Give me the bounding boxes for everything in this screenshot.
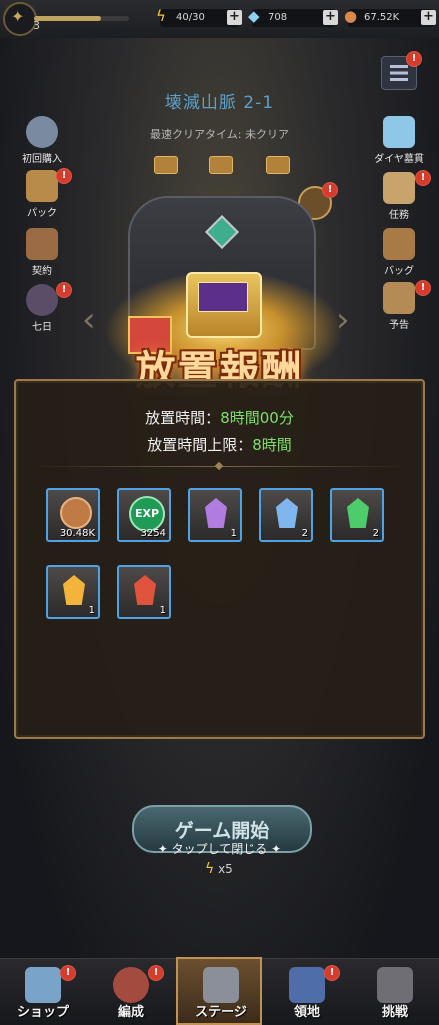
prev-stage-arrow-icon[interactable]: ‹ — [82, 300, 96, 340]
divider — [32, 461, 407, 471]
quest-scroll-icon — [383, 172, 415, 204]
hero-icon — [113, 967, 149, 1003]
tap-to-close-hint[interactable]: ✦ タップして閉じる ✦ — [0, 840, 439, 857]
gold-counter: ● 67.52K + — [344, 7, 436, 27]
reward-item[interactable]: 2 — [330, 488, 384, 542]
reward-item[interactable]: 1 — [188, 488, 242, 542]
tab-stage[interactable]: ステージ — [176, 957, 262, 1025]
idle-time-row: 放置時間：8時間00分 — [145, 409, 294, 427]
tab-formation[interactable]: ! 編成 — [88, 959, 174, 1025]
blue-crystal-icon — [276, 498, 298, 528]
stamina-counter: ϟ 40/30 + — [156, 7, 242, 27]
side-item-seven-days[interactable]: 七日 ! — [12, 282, 72, 333]
bottom-navigation: ! ショップ ! 編成 ステージ ! 領地 挑戦 — [0, 957, 439, 1025]
side-item-bag[interactable]: バッグ — [369, 228, 429, 277]
bag-icon — [383, 228, 415, 260]
menu-badge: ! — [406, 51, 422, 67]
gold-coin-icon: ● — [344, 7, 358, 25]
reward-item[interactable]: 1 — [46, 565, 100, 619]
exp-progress-bar — [34, 16, 129, 21]
crossed-swords-icon — [203, 967, 239, 1003]
player-level-icon[interactable]: ✦ — [3, 2, 37, 36]
menu-button[interactable]: ! — [381, 51, 422, 90]
stage-title: 壊滅山脈 2-1 — [164, 93, 275, 113]
add-stamina-button[interactable]: + — [227, 10, 242, 25]
player-level: 3 — [33, 19, 40, 32]
tab-challenge[interactable]: 挑戦 — [352, 959, 438, 1025]
reward-item[interactable]: 2 — [259, 488, 313, 542]
menu-icon — [390, 65, 408, 81]
side-item-pack[interactable]: パック ! — [12, 168, 72, 219]
side-item-contract[interactable]: 契約 — [12, 228, 72, 277]
gold-coin-icon — [60, 497, 92, 529]
add-diamond-button[interactable]: + — [323, 10, 338, 25]
reward-item[interactable]: 30.48K — [46, 488, 100, 542]
castle-icon — [289, 967, 325, 1003]
character-icon — [26, 116, 58, 148]
side-item-first-purchase[interactable]: 初回購入 — [12, 116, 72, 165]
red-crystal-icon — [134, 575, 156, 605]
treasure-chest-icon — [186, 272, 262, 338]
tab-shop[interactable]: ! ショップ — [0, 959, 86, 1025]
add-gold-button[interactable]: + — [421, 10, 436, 25]
idle-reward-panel: 放置時間：8時間00分 放置時間上限：8時間 30.48K EXP 3254 1… — [14, 379, 425, 739]
diamond-icon: ◆ — [248, 7, 260, 25]
diamond-counter: ◆ 708 + — [248, 7, 338, 27]
lightning-icon: ϟ — [205, 861, 215, 877]
purple-crystal-icon — [205, 498, 227, 528]
notice-icon — [383, 282, 415, 314]
side-item-missions[interactable]: 任務 ! — [369, 170, 431, 221]
star-icon: ✦ — [11, 7, 25, 26]
gift-icon — [26, 170, 58, 202]
stamina-cost: ϟ x5 — [205, 861, 233, 877]
scroll-icon — [26, 228, 58, 260]
exp-icon: EXP — [129, 496, 165, 532]
character-icon — [26, 284, 58, 316]
green-crystal-icon — [347, 498, 369, 528]
diamond-pile-icon — [383, 116, 415, 148]
shop-icon — [25, 967, 61, 1003]
reward-item[interactable]: EXP 3254 — [117, 488, 171, 542]
reward-item[interactable]: 1 — [117, 565, 171, 619]
side-item-preview[interactable]: 予告 ! — [369, 280, 431, 331]
idle-limit-row: 放置時間上限：8時間 — [147, 436, 292, 454]
top-resource-bar: ✦ 3 ϟ 40/30 + ◆ 708 + ● 67.52K + — [0, 0, 439, 38]
stage-chest-icon[interactable] — [154, 156, 178, 174]
lightning-icon: ϟ — [156, 7, 166, 25]
tower-icon — [377, 967, 413, 1003]
side-item-diamond-pass[interactable]: ダイヤ墓貫 — [369, 116, 429, 165]
gold-crystal-icon — [63, 575, 85, 605]
stage-chest-icon[interactable] — [209, 156, 233, 174]
tab-territory[interactable]: ! 領地 — [264, 959, 350, 1025]
stage-chest-icon[interactable] — [266, 156, 290, 174]
